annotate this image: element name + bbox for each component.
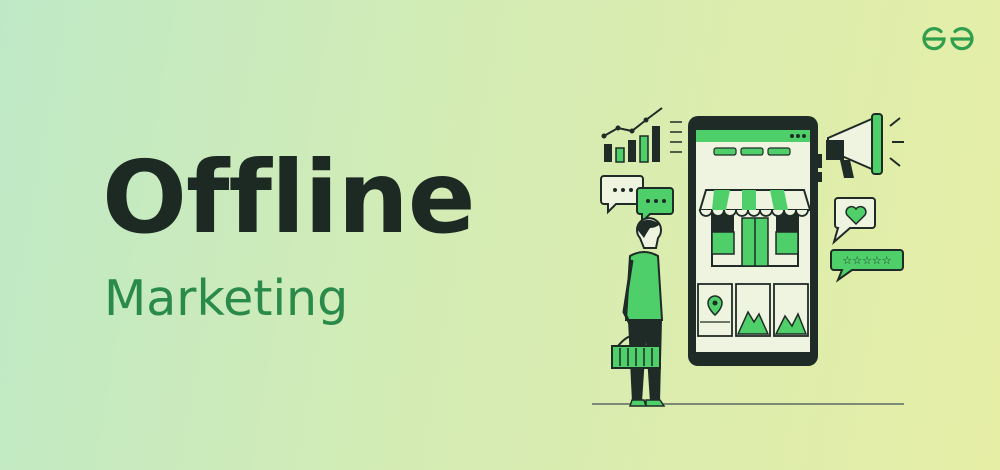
banner: Offline Marketing ☆☆☆☆☆ <box>0 0 1000 470</box>
chat-bubble-icon <box>600 175 674 225</box>
banner-title: Offline <box>102 139 476 256</box>
bar-chart-icon <box>601 107 682 163</box>
svg-text:☆☆☆☆☆: ☆☆☆☆☆ <box>842 254 891 267</box>
heart-bubble-icon <box>832 197 876 245</box>
smartphone-icon <box>688 116 822 366</box>
brand-logo-icon <box>922 27 974 51</box>
rating-bubble-icon: ☆☆☆☆☆ <box>830 249 904 283</box>
marketing-illustration: ☆☆☆☆☆ <box>592 107 904 407</box>
shopper-person-icon <box>611 217 666 407</box>
banner-subtitle: Marketing <box>104 270 349 327</box>
megaphone-icon <box>826 113 904 178</box>
